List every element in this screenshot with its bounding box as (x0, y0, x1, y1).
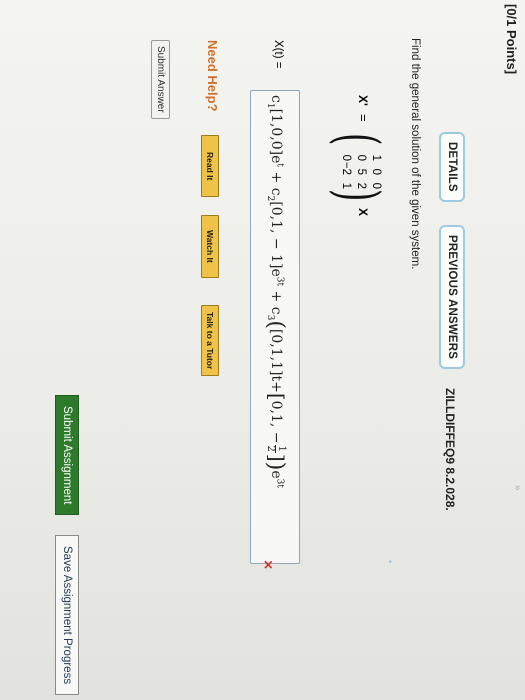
open-paren: ( (263, 320, 288, 329)
coefficient-matrix: 1 0 0 0 5 2 0 −2 1 (338, 147, 383, 189)
matrix-cell: 0 (355, 154, 367, 161)
numerator: 1 (275, 444, 288, 453)
plus-sign: + (268, 171, 284, 184)
cursor-mark-icon: » (512, 485, 523, 491)
solution-row: X(t) = c1[1,0,0]et + c2[0,1, − 1]e3t + c… (240, 40, 300, 569)
right-paren: ) (324, 189, 392, 202)
watch-it-button[interactable]: Watch It (201, 215, 219, 278)
exponent: 3t (274, 276, 285, 287)
solution-lhs: X(t) = (272, 40, 284, 69)
vector-4-start: 0,1, − (268, 400, 284, 444)
plus-sign: + (268, 290, 284, 303)
left-paren: ( (324, 133, 392, 146)
dot-mark-icon: • (385, 560, 395, 564)
equals-sign: = (356, 114, 371, 122)
vector-1: [1,0,0] (268, 108, 284, 156)
x-vector-symbol: X (356, 208, 370, 217)
submit-answer-button[interactable]: Submit Answer (151, 40, 170, 119)
answer-expression: c1[1,0,0]et + c2[0,1, − 1]e3t + c3([0,1,… (263, 95, 289, 488)
matrix-cell: 0 (370, 182, 382, 189)
read-it-button[interactable]: Read It (201, 135, 219, 198)
exponent: t (274, 163, 285, 168)
details-button[interactable]: DETAILS (439, 132, 465, 202)
matrix-row: 1 0 0 (368, 147, 383, 189)
matrix-cell: 1 (370, 154, 382, 161)
matrix-cell: 0 (370, 168, 382, 175)
matrix-cell: 2 (355, 182, 367, 189)
question-prompt: Find the general solution of the given s… (409, 38, 421, 270)
assignment-page: [0/1 Points] DETAILS PREVIOUS ANSWERS ZI… (0, 0, 525, 700)
denominator: 2 (265, 445, 277, 452)
save-progress-button[interactable]: Save Assignment Progress (55, 535, 79, 696)
vector-3: [0,1,1]t (268, 328, 284, 382)
const-c2: c (268, 187, 284, 196)
need-help-label: Need Help? (205, 40, 220, 112)
talk-to-tutor-button[interactable]: Talk to a Tutor (201, 305, 219, 377)
incorrect-x-icon: × (259, 560, 276, 570)
matrix-cell: 5 (355, 168, 367, 175)
exp-base: e (268, 268, 284, 277)
plus-sign: + (268, 381, 284, 393)
exp-base: e (268, 470, 284, 479)
fraction: 12 (265, 444, 288, 453)
close-bracket: ] (265, 453, 289, 462)
vector-2: [0,1, − 1] (268, 201, 284, 269)
answer-input[interactable]: c1[1,0,0]et + c2[0,1, − 1]e3t + c3([0,1,… (250, 90, 300, 564)
const-c3: c (268, 306, 284, 315)
matrix-cell: −2 (340, 161, 352, 175)
exponent: 3t (274, 478, 285, 488)
open-bracket: [ (265, 392, 289, 401)
matrix-row: 0 −2 1 (338, 147, 353, 189)
previous-answers-button[interactable]: PREVIOUS ANSWERS (439, 225, 465, 370)
matrix-row: 0 5 2 (353, 147, 368, 189)
const-c1: c (268, 95, 284, 103)
submit-assignment-button[interactable]: Submit Assignment (55, 395, 79, 516)
points-label: [0/1 Points] (504, 4, 519, 75)
matrix-cell: 1 (340, 182, 352, 189)
matrix-cell: 0 (340, 154, 352, 161)
problem-code: ZILLDIFFEQ9 8.2.028. (443, 388, 457, 511)
x-prime-symbol: X' (356, 95, 370, 106)
